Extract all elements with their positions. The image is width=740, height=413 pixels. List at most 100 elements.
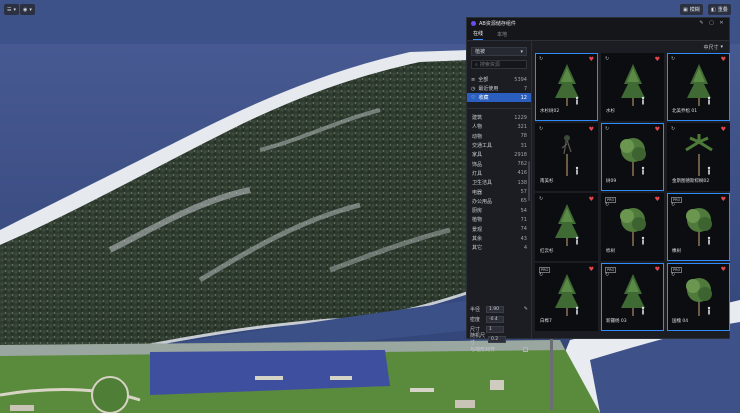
random-size-field[interactable]: 0.2 [488,335,506,343]
panel-sidebar: 植被 ▾ ⌕ 搜索资源 ≡ 全部 5394 ◷ 最近使用 7 ♡ 收藏 12 建… [467,41,532,353]
category-count: 43 [520,235,527,242]
favorite-heart-icon[interactable]: ♥ [655,127,660,133]
category-label: 植物 [472,217,483,224]
asset-card[interactable]: ↻ ♥ 树09 [601,123,664,191]
view-icon: ▣ [683,6,688,13]
viewport-camera-chip[interactable]: ◉ ▾ [20,4,35,15]
download-icon[interactable]: ↻ [539,127,543,132]
favorite-heart-icon[interactable]: ♥ [589,57,594,63]
category-label: 灯具 [472,170,483,177]
category-count: 762 [517,161,527,168]
asset-card[interactable]: PRO ↻ ♥ 橡树 [667,193,730,261]
category-count: 78 [520,133,527,140]
category-item[interactable]: 家具 2918 [467,150,531,159]
quick-item-count: 7 [523,85,527,92]
viewport-overlap-chip[interactable]: ◧ 重叠 [708,4,731,15]
category-list: 建筑 1229 人物 321 动物 78 交通工具 31 家具 2918 饰品 762 灯具 416 卫生洁… [467,113,531,252]
category-label: 建筑 [472,115,483,122]
param-align-terrain: 与地形对齐 [470,345,528,353]
favorite-heart-icon[interactable]: ♥ [655,267,660,273]
category-scrollbar[interactable] [528,161,530,201]
viewport-view-chip[interactable]: ▣ 模糊 [680,4,703,15]
asset-name: 水杉 [606,109,615,114]
category-item[interactable]: 动物 78 [467,132,531,141]
category-count: 31 [520,142,527,149]
maximize-icon[interactable]: ▢ [708,20,715,27]
favorite-heart-icon[interactable]: ♥ [721,57,726,63]
quick-item-recent[interactable]: ◷ 最近使用 7 [467,84,531,93]
download-icon[interactable]: ↻ [605,203,609,208]
panel-titlebar[interactable]: AB资源储存组件 ✎ ▢ ✕ [467,18,729,28]
download-icon[interactable]: ↻ [671,273,675,278]
quick-item-label: 全部 [478,77,489,83]
category-label: 电器 [472,189,483,196]
density-field[interactable]: -0.4 [486,315,504,323]
align-terrain-checkbox[interactable] [523,346,528,352]
category-item[interactable]: 卫生洁具 138 [467,178,531,187]
download-icon[interactable]: ↻ [671,57,675,62]
asset-card[interactable]: ↻ ♥ 南美杉 [535,123,598,191]
favorite-heart-icon[interactable]: ♥ [589,197,594,203]
pin-icon[interactable]: ✎ [698,20,705,27]
download-icon[interactable]: ↻ [671,127,675,132]
category-label: 其它 [472,245,483,252]
download-icon[interactable]: ↻ [539,197,543,202]
asset-card[interactable]: PRO ↻ ♥ 国槐 04 [667,263,730,331]
asset-grid: 中尺寸 ▾ ↻ ♥ 水杉树02 ↻ ♥ 水杉 ↻ ♥ 北美乔松 01 ↻ ♥ 南美杉 ↻ ♥ 树09 ↻ ♥ 金斯… [532,41,730,338]
search-input[interactable]: ⌕ 搜索资源 [471,60,527,69]
category-item[interactable]: 植物 71 [467,215,531,224]
download-icon[interactable]: ↻ [605,273,609,278]
category-item[interactable]: 建筑 1229 [467,113,531,122]
favorite-heart-icon[interactable]: ♥ [589,267,594,273]
favorite-heart-icon[interactable]: ♥ [721,197,726,203]
quick-item-favorites[interactable]: ♡ 收藏 12 [467,93,531,102]
download-icon[interactable]: ↻ [539,57,543,62]
asset-card[interactable]: PRO ↻ ♥ 栎树 [601,193,664,261]
param-label: 密度 [470,316,481,323]
category-item[interactable]: 其余 43 [467,234,531,243]
favorite-heart-icon[interactable]: ♥ [721,267,726,273]
tab-local[interactable]: 本地 [497,31,507,40]
asset-card[interactable]: ↻ ♥ 金斯图德斯棕榈02 [667,123,730,191]
favorite-heart-icon[interactable]: ♥ [589,127,594,133]
download-icon[interactable]: ↻ [605,127,609,132]
app-logo-icon [471,20,476,26]
category-item[interactable]: 人物 321 [467,122,531,131]
quick-item-all[interactable]: ≡ 全部 5394 [467,75,531,84]
sort-select[interactable]: 中尺寸 ▾ [703,43,723,51]
category-item[interactable]: 电器 57 [467,187,531,196]
param-label: 随机尺寸 [470,333,486,346]
favorite-heart-icon[interactable]: ♥ [721,127,726,133]
category-item[interactable]: 饰品 762 [467,159,531,168]
category-item[interactable]: 其它 4 [467,243,531,252]
tab-online[interactable]: 在线 [473,30,484,40]
category-label: 卫生洁具 [472,180,493,187]
radius-field[interactable]: 1.90 [486,305,504,313]
quick-item-count: 5394 [514,76,527,83]
download-icon[interactable]: ↻ [671,203,675,208]
asset-card[interactable]: PRO ↻ ♥ 白桦7 [535,263,598,331]
category-item[interactable]: 厨房 54 [467,206,531,215]
category-item[interactable]: 交通工具 31 [467,141,531,150]
asset-card[interactable]: ↻ ♥ 水杉树02 [535,53,598,121]
asset-name: 水杉树02 [540,109,560,114]
asset-card[interactable]: ↻ ♥ 北美乔松 01 [667,53,730,121]
close-icon[interactable]: ✕ [718,20,725,27]
size-field[interactable]: 1 [486,325,504,333]
asset-card[interactable]: ↻ ♥ 红云杉 [535,193,598,261]
category-item[interactable]: 办公用品 65 [467,197,531,206]
viewport-tool-chip[interactable]: ☰ ▾ [4,4,19,15]
category-item[interactable]: 景观 74 [467,225,531,234]
asset-card[interactable]: ↻ ♥ 水杉 [601,53,664,121]
panel-title: AB资源储存组件 [479,20,516,27]
type-filter-select[interactable]: 植被 ▾ [471,47,527,56]
chevron-down-icon: ▾ [13,6,16,13]
category-item[interactable]: 灯具 416 [467,169,531,178]
favorite-heart-icon[interactable]: ♥ [655,197,660,203]
asset-card[interactable]: PRO ↻ ♥ 新疆杨 03 [601,263,664,331]
brush-icon[interactable]: ✎ [524,306,528,312]
category-label: 其余 [472,236,483,242]
favorite-heart-icon[interactable]: ♥ [655,57,660,63]
download-icon[interactable]: ↻ [539,273,543,278]
download-icon[interactable]: ↻ [605,57,609,62]
